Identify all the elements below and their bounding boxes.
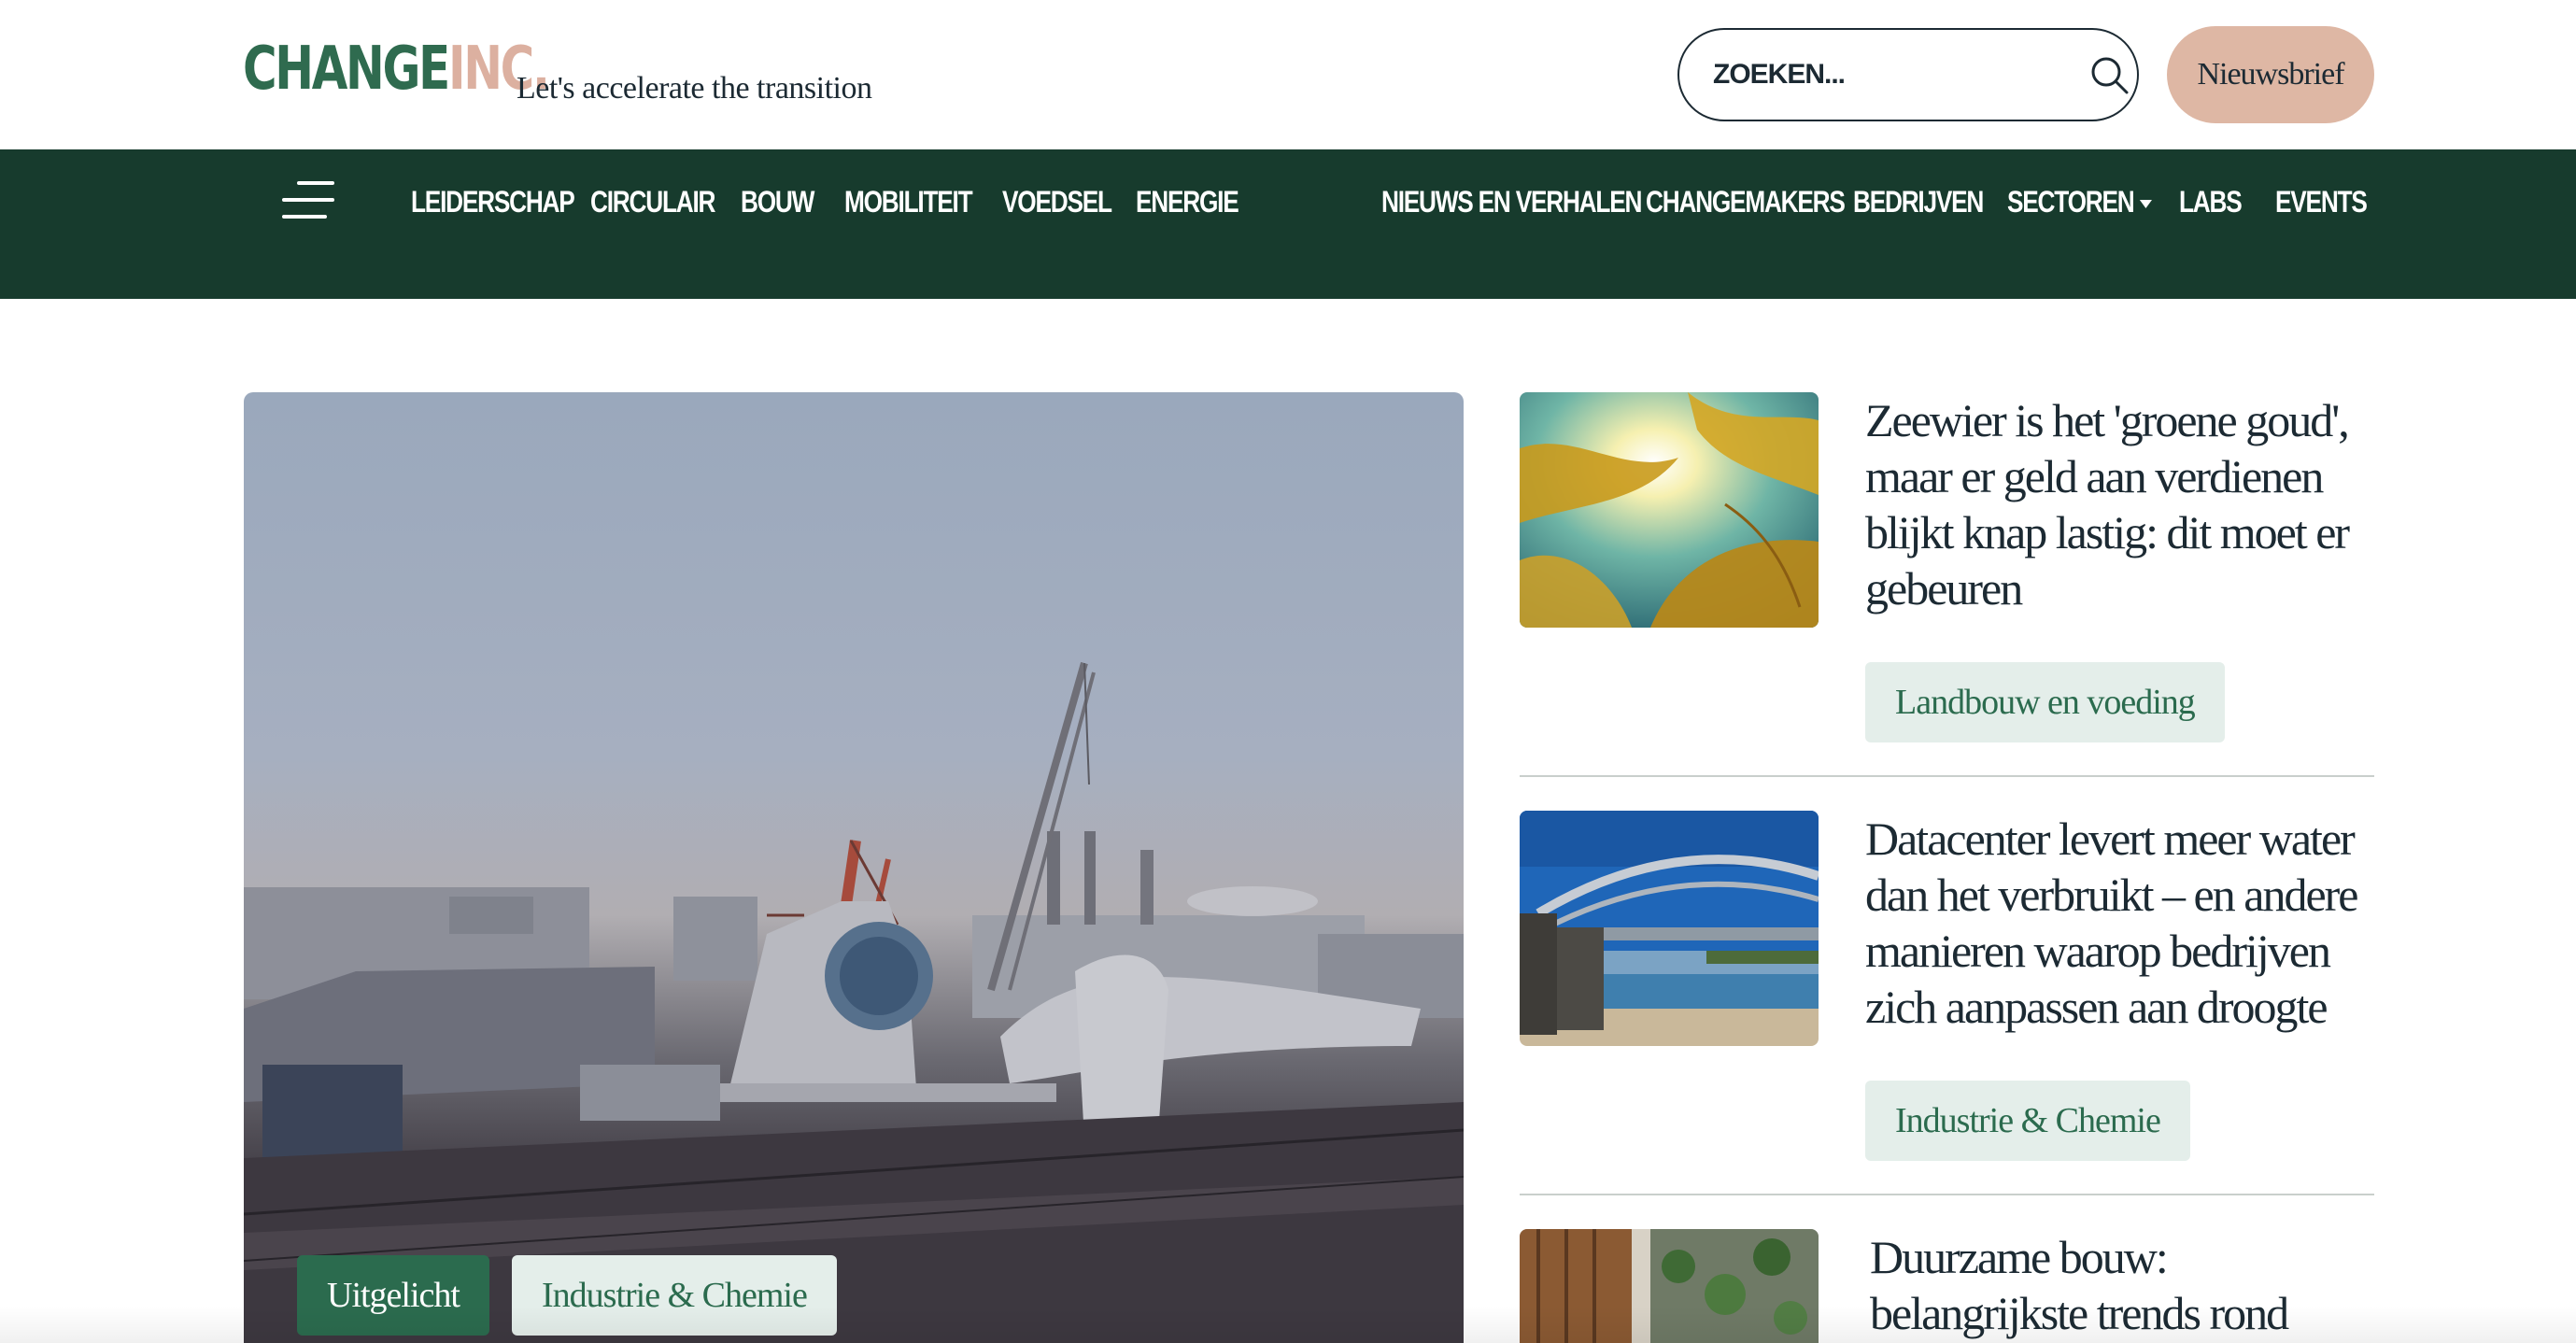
chevron-down-icon bbox=[2140, 200, 2153, 209]
search-icon[interactable] bbox=[2088, 54, 2130, 95]
building-illustration bbox=[1520, 1229, 1819, 1343]
nav-item-voedsel[interactable]: VOEDSEL bbox=[1002, 179, 1112, 224]
nav-item-sectoren-label: SECTOREN bbox=[2007, 185, 2135, 219]
hamburger-icon[interactable] bbox=[282, 181, 334, 219]
tag-industrie-chemie[interactable]: Industrie & Chemie bbox=[1865, 1081, 2190, 1161]
article-thumbnail-seaweed[interactable] bbox=[1520, 392, 1819, 628]
newsletter-button[interactable]: Nieuwsbrief bbox=[2167, 26, 2374, 123]
nav-item-bedrijven[interactable]: BEDRIJVEN bbox=[1853, 179, 1984, 224]
seaweed-illustration bbox=[1520, 392, 1819, 628]
search-box[interactable] bbox=[1677, 28, 2139, 121]
tag-landbouw-en-voeding[interactable]: Landbouw en voeding bbox=[1865, 662, 2225, 742]
site-header: CHANGE INC. Let's accelerate the transit… bbox=[0, 0, 2576, 149]
tag-industrie-chemie-hero[interactable]: Industrie & Chemie bbox=[512, 1255, 837, 1336]
hero-illustration bbox=[244, 661, 1464, 1343]
nav-item-mobiliteit[interactable]: MOBILITEIT bbox=[844, 179, 973, 224]
nav-item-sectoren[interactable]: SECTOREN bbox=[2007, 179, 2153, 224]
site-tagline: Let's accelerate the transition bbox=[517, 71, 872, 106]
hero-image[interactable] bbox=[244, 392, 1464, 1343]
nav-item-circulair[interactable]: CIRCULAIR bbox=[590, 179, 715, 224]
nav-item-labs[interactable]: LABS bbox=[2179, 179, 2243, 224]
tag-uitgelicht[interactable]: Uitgelicht bbox=[297, 1255, 489, 1336]
article-thumbnail-building[interactable] bbox=[1520, 1229, 1819, 1343]
nav-item-events[interactable]: EVENTS bbox=[2275, 179, 2368, 224]
logo-word-change: CHANGE bbox=[243, 35, 450, 104]
article-title-1[interactable]: Zeewier is het 'groene goud', maar er ge… bbox=[1865, 392, 2388, 616]
article-divider bbox=[1520, 775, 2374, 777]
nav-item-leiderschap[interactable]: LEIDERSCHAP bbox=[411, 179, 575, 224]
article-title-3[interactable]: Duurzame bouw: belangrijkste trends rond bbox=[1870, 1229, 2393, 1341]
nav-item-energie[interactable]: ENERGIE bbox=[1136, 179, 1239, 224]
bridge-illustration bbox=[1520, 811, 1819, 1046]
article-thumbnail-bridge[interactable] bbox=[1520, 811, 1819, 1046]
article-divider bbox=[1520, 1194, 2374, 1195]
article-title-2[interactable]: Datacenter levert meer water dan het ver… bbox=[1865, 811, 2388, 1035]
main-nav: LEIDERSCHAP CIRCULAIR BOUW MOBILITEIT VO… bbox=[0, 149, 2576, 299]
nav-item-bouw[interactable]: BOUW bbox=[741, 179, 814, 224]
nav-item-nieuws-en-verhalen[interactable]: NIEUWS EN VERHALEN bbox=[1381, 179, 1642, 224]
search-input[interactable] bbox=[1713, 59, 2088, 91]
nav-item-changemakers[interactable]: CHANGEMAKERS bbox=[1646, 179, 1846, 224]
